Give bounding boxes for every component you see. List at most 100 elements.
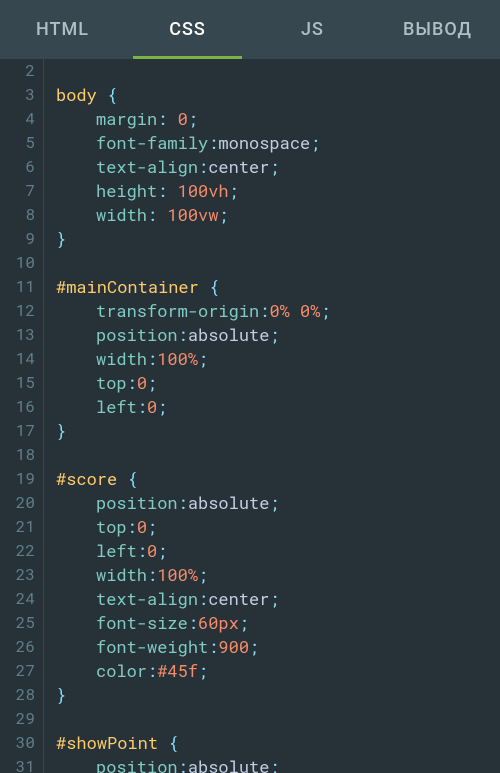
token-punct: ; [239, 611, 249, 635]
token-punct: ; [218, 203, 228, 227]
token-punct: ; [198, 347, 208, 371]
code-line[interactable]: #score { [56, 467, 500, 491]
code-line[interactable]: #showPoint { [56, 731, 500, 755]
code-line[interactable]: transform-origin:0% 0%; [56, 299, 500, 323]
code-line[interactable] [56, 443, 500, 467]
code-line[interactable]: position:absolute; [56, 323, 500, 347]
line-number: 9 [0, 227, 35, 251]
app-root: HTMLCSSJSВЫВОД 2345678910111213141516171… [0, 0, 500, 773]
code-line[interactable]: font-weight:900; [56, 635, 500, 659]
tab-html[interactable]: HTML [0, 0, 125, 59]
token-num: 900 [218, 635, 249, 659]
token-punct: ; [269, 491, 279, 515]
line-number: 8 [0, 203, 35, 227]
code-line[interactable]: position:absolute; [56, 755, 500, 773]
token-num: 0 [178, 107, 188, 131]
token-punct: } [56, 227, 66, 251]
line-number: 11 [0, 275, 35, 299]
token-prop: position [96, 755, 178, 773]
code-line[interactable]: top:0; [56, 515, 500, 539]
token-punct: ; [269, 155, 279, 179]
line-number: 25 [0, 611, 35, 635]
code-line[interactable]: font-size:60px; [56, 611, 500, 635]
token-prop: font-family [96, 131, 208, 155]
token-prop: position [96, 323, 178, 347]
token-num: 100vw [167, 203, 218, 227]
token-punct: : [137, 539, 147, 563]
line-number: 29 [0, 707, 35, 731]
token-punct: : [259, 299, 269, 323]
token-num: 0 [147, 395, 157, 419]
token-punct: : [178, 491, 188, 515]
token-prop: width [96, 347, 147, 371]
token-punct: : [198, 155, 208, 179]
code-line[interactable] [56, 59, 500, 83]
token-punct: ; [157, 539, 167, 563]
token-num: #45f [157, 659, 198, 683]
line-number: 16 [0, 395, 35, 419]
token-prop: transform-origin [96, 299, 259, 323]
code-line[interactable]: } [56, 683, 500, 707]
token-val: center [208, 587, 269, 611]
line-number: 10 [0, 251, 35, 275]
token-punct: : [157, 179, 177, 203]
token-punct: { [158, 731, 178, 755]
token-prop: margin [96, 107, 157, 131]
code-line[interactable]: width:100%; [56, 347, 500, 371]
line-number: 18 [0, 443, 35, 467]
token-prop: font-size [96, 611, 188, 635]
line-number: 14 [0, 347, 35, 371]
code-line[interactable]: left:0; [56, 539, 500, 563]
tab-js[interactable]: JS [250, 0, 375, 59]
token-punct: } [56, 683, 66, 707]
code-line[interactable] [56, 707, 500, 731]
code-line[interactable]: position:absolute; [56, 491, 500, 515]
code-line[interactable]: body { [56, 83, 500, 107]
code-line[interactable] [56, 251, 500, 275]
token-punct: ; [269, 755, 279, 773]
code-line[interactable]: color:#45f; [56, 659, 500, 683]
token-prop: height [96, 179, 157, 203]
code-area[interactable]: body {margin: 0;font-family:monospace;te… [44, 59, 500, 773]
code-line[interactable]: font-family:monospace; [56, 131, 500, 155]
token-num: 100vh [178, 179, 229, 203]
code-line[interactable]: } [56, 419, 500, 443]
line-number: 31 [0, 755, 35, 773]
code-line[interactable]: height: 100vh; [56, 179, 500, 203]
line-number: 13 [0, 323, 35, 347]
token-punct: : [127, 371, 137, 395]
code-line[interactable]: #mainContainer { [56, 275, 500, 299]
line-number: 15 [0, 371, 35, 395]
token-num: 0 [147, 539, 157, 563]
token-num: 0 [137, 371, 147, 395]
code-line[interactable]: margin: 0; [56, 107, 500, 131]
line-number: 12 [0, 299, 35, 323]
token-punct: } [56, 419, 66, 443]
token-punct: ; [157, 395, 167, 419]
token-prop: width [96, 203, 147, 227]
code-line[interactable]: width:100%; [56, 563, 500, 587]
token-punct: : [157, 107, 177, 131]
token-num: 60px [198, 611, 239, 635]
token-punct: : [147, 203, 167, 227]
tab-вывод[interactable]: ВЫВОД [375, 0, 500, 59]
tab-css[interactable]: CSS [125, 0, 250, 59]
token-prop: left [96, 395, 137, 419]
code-line[interactable]: text-align:center; [56, 587, 500, 611]
token-prop: left [96, 539, 137, 563]
line-number: 24 [0, 587, 35, 611]
code-editor[interactable]: 2345678910111213141516171819202122232425… [0, 59, 500, 773]
line-number: 2 [0, 59, 35, 83]
code-line[interactable]: } [56, 227, 500, 251]
code-line[interactable]: top:0; [56, 371, 500, 395]
token-punct: ; [320, 299, 330, 323]
token-punct: : [147, 659, 157, 683]
code-line[interactable]: text-align:center; [56, 155, 500, 179]
line-number: 19 [0, 467, 35, 491]
token-num: 100% [157, 563, 198, 587]
token-punct: ; [269, 323, 279, 347]
code-line[interactable]: left:0; [56, 395, 500, 419]
code-line[interactable]: width: 100vw; [56, 203, 500, 227]
token-val: absolute [188, 323, 270, 347]
token-prop: top [96, 515, 127, 539]
